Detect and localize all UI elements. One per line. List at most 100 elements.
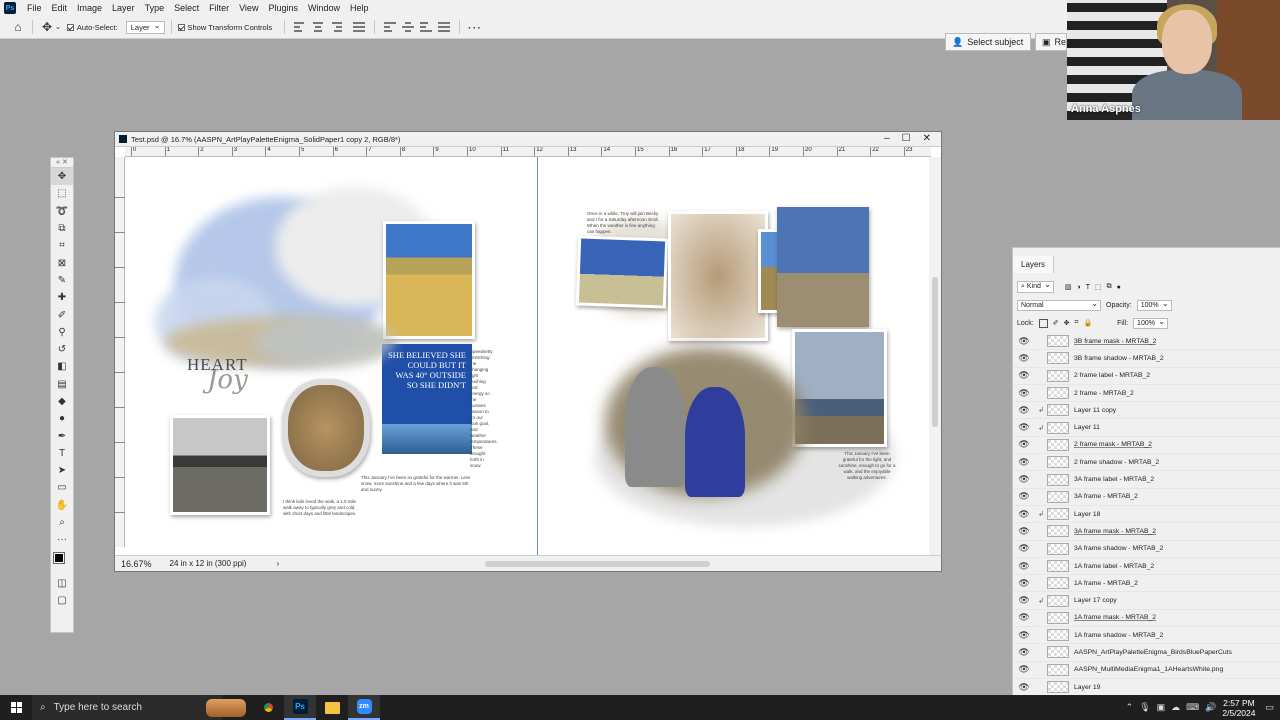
menu-select[interactable]: Select <box>169 0 204 16</box>
object-select-tool[interactable]: ⧉ <box>51 220 73 237</box>
kind-filter-dropdown[interactable]: ⌕ Kind <box>1017 280 1054 293</box>
layer-name[interactable]: 2 frame - MRTAB_2 <box>1074 390 1134 397</box>
menu-filter[interactable]: Filter <box>204 0 234 16</box>
visibility-eye-icon[interactable]: 👁 <box>1013 474 1035 485</box>
clone-stamp-tool[interactable]: ⚲ <box>51 324 73 341</box>
visibility-eye-icon[interactable]: 👁 <box>1013 405 1035 416</box>
align-bottom-icon[interactable] <box>420 22 433 32</box>
brush-tool[interactable]: ✐ <box>51 306 73 323</box>
layer-name[interactable]: 3A frame shadow - MRTAB_2 <box>1074 545 1163 552</box>
menu-layer[interactable]: Layer <box>107 0 140 16</box>
layer-name[interactable]: Layer 19 <box>1074 684 1100 691</box>
layer-thumbnail[interactable] <box>1047 594 1069 607</box>
distribute-vertical-icon[interactable] <box>438 22 451 32</box>
menu-window[interactable]: Window <box>303 0 345 16</box>
search-highlight-icon[interactable] <box>206 698 246 717</box>
layer-name[interactable]: AASPN_MultiMediaEnigma1_1AHeartsWhite.pn… <box>1074 666 1223 673</box>
layer-thumbnail[interactable] <box>1047 629 1069 642</box>
layer-thumbnail[interactable] <box>1047 508 1069 521</box>
select-subject-button[interactable]: 👤 Select subject <box>945 33 1031 51</box>
clock[interactable]: 2:57 PM 2/5/2024 <box>1222 698 1255 718</box>
menu-edit[interactable]: Edit <box>47 0 73 16</box>
vertical-ruler[interactable] <box>115 157 125 547</box>
layer-thumbnail[interactable] <box>1047 646 1069 659</box>
visibility-eye-icon[interactable]: 👁 <box>1013 370 1035 381</box>
edit-toolbar[interactable]: ··· <box>51 531 73 548</box>
visibility-eye-icon[interactable]: 👁 <box>1013 439 1035 450</box>
gradient-tool[interactable]: ▤ <box>51 376 73 393</box>
align-top-icon[interactable] <box>384 22 397 32</box>
align-left-icon[interactable] <box>294 22 306 32</box>
visibility-eye-icon[interactable]: 👁 <box>1013 491 1035 502</box>
document-window[interactable]: Test.psd @ 16.7% (AASPN_ArtPlayPaletteEn… <box>114 131 942 572</box>
visibility-eye-icon[interactable]: 👁 <box>1013 422 1035 433</box>
horizontal-ruler[interactable]: 0 1 2 3 4 5 6 7 8 9 10 11 12 13 14 15 16 17 18 19 20 21 22 23 <box>125 147 931 157</box>
document-titlebar[interactable]: Test.psd @ 16.7% (AASPN_ArtPlayPaletteEn… <box>115 132 941 147</box>
photoshop-app[interactable]: Ps <box>284 695 316 720</box>
visibility-eye-icon[interactable]: 👁 <box>1013 336 1035 347</box>
lock-transparency-icon[interactable] <box>1038 318 1048 328</box>
layer-row[interactable]: 👁 ↲ Layer 11 <box>1013 419 1280 437</box>
close-icon[interactable]: ✕ <box>923 132 931 146</box>
auto-select-checkbox[interactable] <box>66 23 74 31</box>
layers-tab[interactable]: Layers <box>1013 256 1055 273</box>
layer-row[interactable]: 👁 2 frame - MRTAB_2 <box>1013 385 1280 403</box>
fill-field[interactable]: 100% <box>1133 317 1168 329</box>
blur-tool[interactable]: ◆ <box>51 393 73 410</box>
minimize-icon[interactable]: – <box>884 132 890 146</box>
layer-row[interactable]: 👁 3A frame shadow - MRTAB_2 <box>1013 541 1280 558</box>
visibility-eye-icon[interactable]: 👁 <box>1013 526 1035 537</box>
vertical-scrollbar[interactable] <box>929 157 941 557</box>
layer-row[interactable]: 👁 1A frame shadow - MRTAB_2 <box>1013 627 1280 645</box>
menu-file[interactable]: File <box>22 0 47 16</box>
adjustment-filter-icon[interactable]: ◑ <box>1077 284 1081 291</box>
layer-thumbnail[interactable] <box>1047 577 1069 590</box>
filter-toggle-icon[interactable]: ● <box>1117 284 1121 291</box>
layer-thumbnail[interactable] <box>1047 456 1069 469</box>
visibility-eye-icon[interactable]: 👁 <box>1013 543 1035 554</box>
more-options-icon[interactable]: ⋯ <box>466 19 482 35</box>
menu-image[interactable]: Image <box>72 0 107 16</box>
layer-row[interactable]: 👁 3B frame shadow - MRTAB_2 <box>1013 350 1280 368</box>
visibility-eye-icon[interactable]: 👁 <box>1013 578 1035 589</box>
home-icon[interactable]: ⌂ <box>10 19 26 35</box>
chrome-app[interactable] <box>252 695 284 720</box>
layer-row[interactable]: 👁 2 frame label - MRTAB_2 <box>1013 368 1280 385</box>
align-middle-icon[interactable] <box>402 22 415 32</box>
layer-thumbnail[interactable] <box>1047 387 1069 400</box>
smart-object-filter-icon[interactable]: ⧉ <box>1107 283 1112 291</box>
layer-name[interactable]: 3A frame label - MRTAB_2 <box>1074 476 1154 483</box>
layer-row[interactable]: 👁 AASPN_MultiMediaEnigma1_1AHeartsWhite.p… <box>1013 662 1280 679</box>
type-tool[interactable]: T <box>51 445 73 462</box>
center-guide[interactable] <box>537 157 538 557</box>
taskbar-search[interactable]: ⌕ Type here to search <box>32 695 222 720</box>
zoom-tool[interactable]: ⌕ <box>51 514 73 531</box>
layer-row[interactable]: 👁 3A frame label - MRTAB_2 <box>1013 471 1280 489</box>
marquee-tool[interactable]: ⬚ <box>51 185 73 202</box>
visibility-eye-icon[interactable]: 👁 <box>1013 630 1035 641</box>
lock-pixels-icon[interactable]: ✐ <box>1053 319 1059 327</box>
network-icon[interactable]: ⌨ <box>1186 702 1199 713</box>
visibility-eye-icon[interactable]: 👁 <box>1013 612 1035 623</box>
chevron-down-icon[interactable]: ⌄ <box>55 23 61 31</box>
layer-name[interactable]: 3B frame shadow - MRTAB_2 <box>1074 355 1164 362</box>
layer-name[interactable]: 1A frame label - MRTAB_2 <box>1074 563 1154 570</box>
location-icon[interactable]: ▣ <box>1157 702 1166 713</box>
pen-tool[interactable]: ✒ <box>51 427 73 444</box>
lock-position-icon[interactable]: ✥ <box>1064 319 1070 327</box>
microphone-icon[interactable]: 🎙 <box>1139 702 1150 713</box>
layer-row[interactable]: 👁 2 frame shadow - MRTAB_2 <box>1013 454 1280 472</box>
shape-filter-icon[interactable]: ⬚ <box>1095 283 1102 291</box>
layer-name[interactable]: 1A frame - MRTAB_2 <box>1074 580 1138 587</box>
layer-row[interactable]: 👁 1A frame label - MRTAB_2 <box>1013 558 1280 576</box>
type-filter-icon[interactable]: T <box>1086 284 1090 291</box>
layer-row[interactable]: 👁 ↲ Layer 11 copy <box>1013 402 1280 420</box>
layer-thumbnail[interactable] <box>1047 369 1069 382</box>
chevron-right-icon[interactable]: › <box>276 559 279 568</box>
crop-tool[interactable]: ⌗ <box>51 237 73 254</box>
horizontal-scroll-thumb[interactable] <box>485 561 710 567</box>
layer-name[interactable]: Layer 18 <box>1074 511 1100 518</box>
layer-row[interactable]: 👁 2 frame mask - MRTAB_2 <box>1013 437 1280 455</box>
menu-help[interactable]: Help <box>345 0 374 16</box>
layer-name[interactable]: 1A frame shadow - MRTAB_2 <box>1074 632 1163 639</box>
